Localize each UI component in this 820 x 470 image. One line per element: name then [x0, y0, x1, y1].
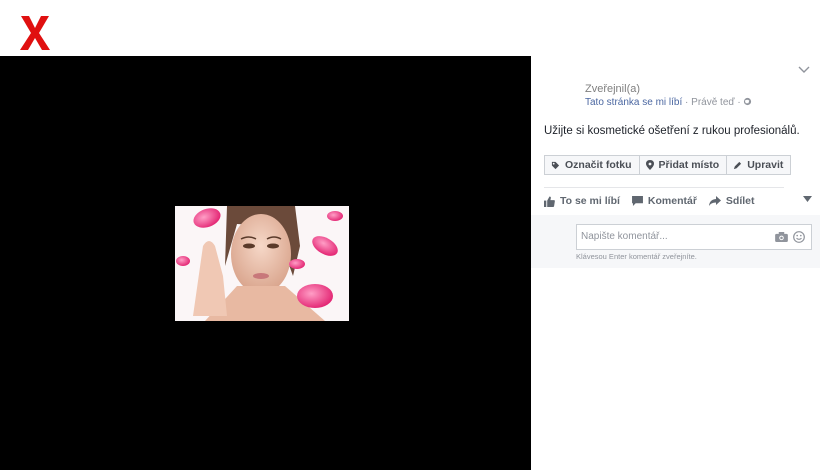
camera-icon[interactable] — [775, 232, 788, 242]
comment-composer: Napište komentář... Klávesou Enter komen… — [531, 215, 820, 268]
add-location-label: Přidat místo — [658, 159, 720, 171]
avatar[interactable] — [543, 82, 579, 118]
page-like-link[interactable]: Tato stránka se mi líbí — [585, 97, 682, 108]
thumbs-up-icon — [544, 195, 555, 207]
meta-separator-2: · — [734, 97, 744, 108]
pencil-icon — [734, 161, 742, 169]
meta-separator: · — [682, 97, 692, 108]
post-text: Užijte si kosmetické ošetření z rukou pr… — [544, 125, 800, 137]
photo-viewer — [0, 56, 531, 470]
comment-label: Komentář — [647, 195, 697, 207]
edit-button[interactable]: Upravit — [726, 155, 792, 175]
poster-label: Zveřejnil(a) — [585, 83, 641, 95]
like-button[interactable]: To se mi líbí — [544, 195, 620, 207]
tag-icon — [551, 161, 560, 169]
comment-placeholder: Napište komentář... — [581, 231, 668, 242]
close-button[interactable] — [18, 14, 52, 52]
tag-photo-label: Označit fotku — [565, 159, 632, 171]
globe-icon[interactable] — [743, 97, 752, 106]
edit-label: Upravit — [747, 159, 784, 171]
share-button[interactable]: Sdílet — [708, 195, 755, 207]
chevron-down-icon[interactable] — [798, 66, 810, 74]
comment-input-icons — [770, 231, 805, 243]
emoji-icon[interactable] — [793, 231, 805, 243]
comment-icon — [631, 196, 643, 206]
commenter-avatar — [544, 223, 576, 255]
comment-input[interactable]: Napište komentář... — [576, 224, 812, 250]
divider — [544, 187, 784, 188]
tag-photo-button[interactable]: Označit fotku — [544, 155, 640, 175]
caret-down-icon[interactable] — [803, 196, 812, 202]
share-arrow-icon — [708, 196, 721, 206]
post-time[interactable]: Právě teď — [691, 97, 734, 108]
photo-image[interactable] — [175, 206, 349, 321]
post-actions: To se mi líbí Komentář Sdílet — [544, 195, 767, 207]
location-pin-icon — [645, 160, 654, 170]
close-x-icon — [20, 16, 50, 50]
post-sidebar: Zveřejnil(a) Tato stránka se mi líbí · P… — [531, 56, 820, 470]
comment-hint: Klávesou Enter komentář zveřejníte. — [576, 252, 697, 261]
photo-actions-bar: Označit fotku Přidat místo Upravit — [544, 155, 792, 175]
like-label: To se mi líbí — [560, 195, 620, 207]
share-label: Sdílet — [725, 195, 755, 207]
add-location-button[interactable]: Přidat místo — [638, 155, 728, 175]
post-meta: Tato stránka se mi líbí · Právě teď · — [585, 97, 752, 108]
comment-button[interactable]: Komentář — [631, 195, 697, 207]
